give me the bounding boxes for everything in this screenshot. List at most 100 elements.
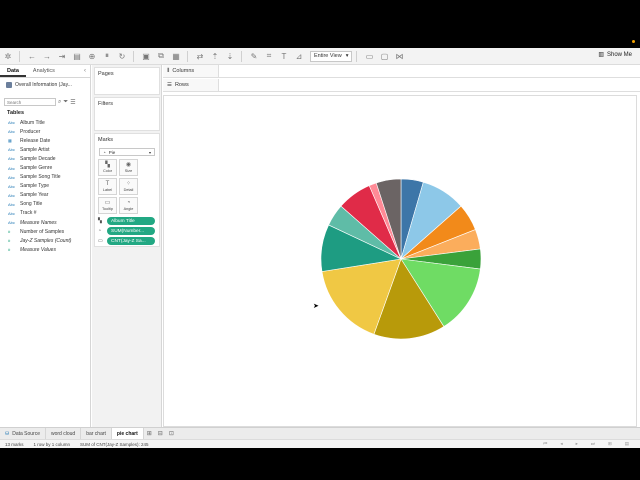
rows-drop-zone[interactable] (218, 79, 640, 91)
labels-icon[interactable]: T (277, 50, 291, 63)
tab-analytics[interactable]: Analytics (26, 65, 62, 77)
show-cards-icon[interactable]: ▭ (362, 50, 376, 63)
field-name: Sample Type (20, 183, 50, 190)
tab-data[interactable]: Data (0, 65, 26, 77)
columns-drop-zone[interactable] (218, 65, 640, 77)
field-item[interactable]: Abc Song Title (0, 200, 90, 209)
sheet-sorter-icon[interactable]: ⊞ (603, 441, 617, 447)
redo-icon[interactable]: → (40, 50, 54, 63)
columns-label: Columns (172, 68, 195, 74)
angle-button[interactable]: ◔ Angle (119, 197, 138, 214)
field-item[interactable]: Abc Sample Type (0, 182, 90, 191)
color-icon: ▚ (105, 162, 110, 168)
dimension-type-icon: Abc (8, 165, 15, 171)
field-item[interactable]: Abc Sample Year (0, 191, 90, 200)
tooltip-icon: ▭ (104, 200, 111, 206)
field-item[interactable]: # Number of Samples (0, 227, 90, 236)
collapse-icon[interactable]: ‹ (80, 65, 90, 77)
pages-card[interactable]: Pages (94, 67, 160, 95)
tab-bar-chart[interactable]: bar chart (81, 428, 112, 439)
mark-type-select[interactable]: ◔ Pie ▾ (99, 148, 155, 156)
tab-word-cloud[interactable]: word cloud (46, 428, 82, 439)
dimension-type-icon: Abc (8, 210, 15, 216)
undo-icon[interactable]: ← (25, 50, 39, 63)
field-name: Song Title (20, 201, 43, 208)
next-sheet-icon[interactable]: ▸ (571, 441, 583, 447)
marks-pill-row: ▚ Album Title (98, 217, 156, 225)
field-search: ⌕ ⏷ ☰ (4, 98, 86, 106)
field-name: Sample Artist (20, 146, 50, 153)
pie-chart[interactable] (320, 178, 482, 340)
dimension-type-icon: Abc (8, 192, 15, 198)
presentation-icon[interactable]: ▢ (377, 50, 391, 63)
notification-dot (632, 40, 635, 43)
cnt-samples-pill[interactable]: CNT(Jay-Z Sa... (107, 237, 155, 245)
highlight-icon[interactable]: ✎ (247, 50, 261, 63)
filters-card[interactable]: Filters (94, 97, 160, 131)
new-worksheet-icon[interactable]: ⊞ (144, 430, 155, 437)
prev-sheet-icon[interactable]: ◂ (555, 441, 567, 447)
sort-asc-icon[interactable]: ⇡ (208, 50, 222, 63)
dimension-type-icon: Abc (8, 183, 15, 189)
pause-updates-icon[interactable]: ⏸ (100, 50, 114, 63)
dimension-type-icon: Abc (8, 147, 15, 153)
field-item[interactable]: Abc Sample Decade (0, 154, 90, 163)
replay-icon[interactable]: ⇥ (55, 50, 69, 63)
field-item[interactable]: Abc Measure Names (0, 218, 90, 227)
pages-card-title: Pages (98, 71, 114, 77)
label-button[interactable]: T Label (98, 178, 117, 195)
field-item[interactable]: Abc Sample Genre (0, 163, 90, 172)
new-datasource-icon[interactable]: ⊕ (85, 50, 99, 63)
filter-icon[interactable]: ⏷ (63, 99, 68, 106)
new-worksheet-icon[interactable]: ▣ (139, 50, 153, 63)
field-item[interactable]: ▦ Release Date (0, 136, 90, 145)
last-sheet-icon[interactable]: ⏭ (586, 441, 600, 447)
size-icon: ◉ (125, 162, 132, 168)
field-item[interactable]: Abc Producer (0, 127, 90, 136)
search-input[interactable] (4, 98, 56, 106)
tab-pie-chart[interactable]: pie chart (111, 428, 144, 439)
view-options-icon[interactable]: ☰ (70, 99, 75, 106)
swap-icon[interactable]: ⇄ (193, 50, 207, 63)
rows-shelf: ☰ Rows (163, 79, 640, 92)
datasource-item[interactable]: Overall Information (Jay... (0, 78, 90, 92)
refresh-icon[interactable]: ↻ (115, 50, 129, 63)
first-sheet-icon[interactable]: ⏮ (538, 441, 552, 447)
field-item[interactable]: # Measure Values (0, 245, 90, 254)
label-icon: T (105, 181, 110, 187)
field-item[interactable]: Abc Sample Song Title (0, 173, 90, 182)
field-item[interactable]: Abc Sample Artist (0, 145, 90, 154)
clear-sheet-icon[interactable]: ▦ (169, 50, 183, 63)
field-item[interactable]: Abc Track # (0, 209, 90, 218)
field-name: Sample Genre (20, 165, 53, 172)
sum-number-pill[interactable]: SUM(Number... (107, 227, 155, 235)
view-size-select[interactable]: Entire View ▾ (310, 50, 353, 62)
viz-canvas[interactable]: ➤ (163, 95, 637, 427)
chevron-down-icon: ▾ (148, 149, 151, 155)
measure-type-icon: # (8, 238, 11, 244)
save-icon[interactable]: ▤ (70, 50, 84, 63)
toolbar-divider (133, 50, 134, 62)
show-me-button[interactable]: ▥ Show Me (598, 51, 632, 59)
field-item[interactable]: # Jay-Z Samples (Count) (0, 236, 90, 245)
tableau-logo-icon[interactable]: ✲ (1, 50, 15, 63)
album-title-pill[interactable]: Album Title (107, 217, 155, 225)
color-button[interactable]: ▚ Color (98, 159, 117, 176)
tooltip-button[interactable]: ▭ Tooltip (98, 197, 117, 214)
dimension-list: Abc Album Title Abc Producer ▦ Release Date Ab… (0, 118, 90, 227)
field-item[interactable]: Abc Album Title (0, 118, 90, 127)
measure-type-icon: # (8, 229, 11, 235)
group-icon[interactable]: ⌗ (262, 50, 276, 63)
tab-data-source[interactable]: ⛁ Data Source (0, 428, 46, 439)
sort-desc-icon[interactable]: ⇣ (223, 50, 237, 63)
filmstrip-icon[interactable]: ▤ (620, 441, 634, 447)
detail-button[interactable]: ⁘ Detail (119, 178, 138, 195)
size-button[interactable]: ◉ Size (119, 159, 138, 176)
search-icon[interactable]: ⌕ (58, 99, 61, 106)
new-dashboard-icon[interactable]: ⊟ (155, 430, 166, 437)
new-story-icon[interactable]: ⊡ (166, 430, 177, 437)
share-icon[interactable]: ⋈ (392, 50, 406, 63)
duplicate-sheet-icon[interactable]: ⧉ (154, 50, 168, 63)
columns-shelf-label: ⦀ Columns (163, 68, 218, 75)
fix-axes-icon[interactable]: ⊿ (292, 50, 306, 63)
